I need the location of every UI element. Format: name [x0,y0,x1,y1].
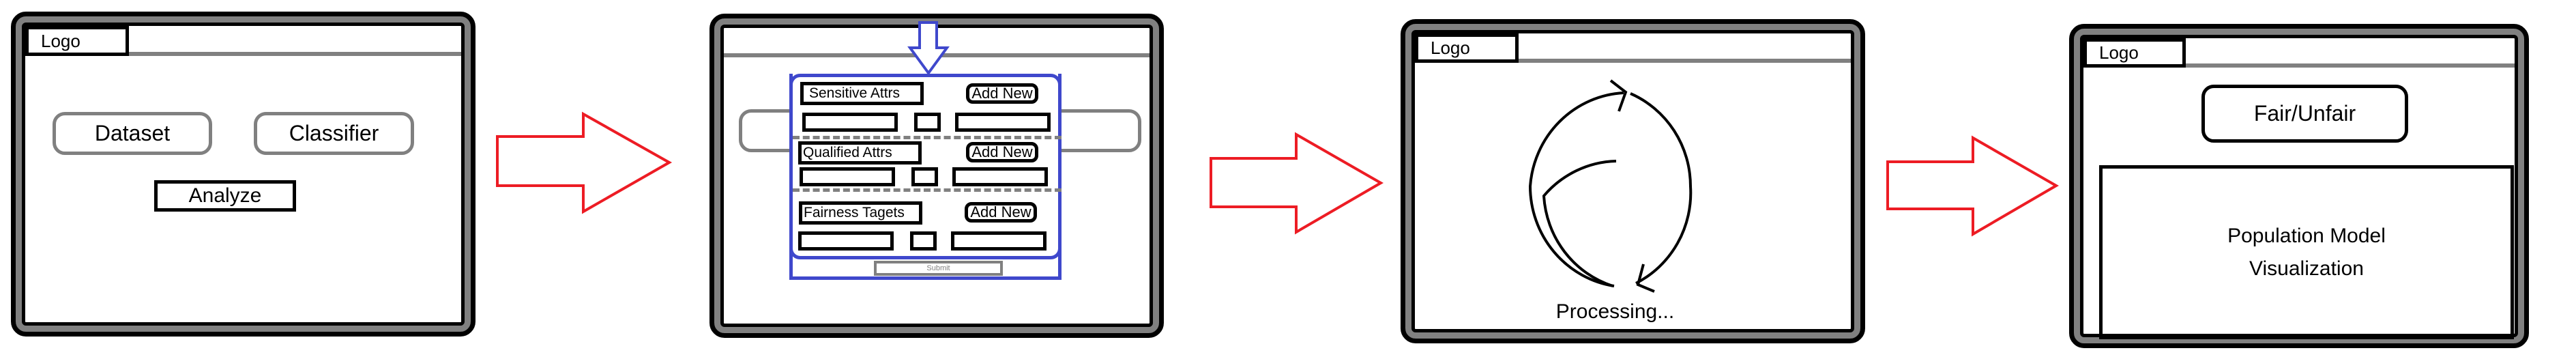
processing-status-text: Processing... [1555,300,1675,323]
logo: Logo [2083,38,2186,68]
qualified-operator-input[interactable] [911,167,938,186]
sensitive-value-input[interactable] [955,113,1051,132]
add-new-fairness-button[interactable]: Add New [965,202,1037,223]
visualization-title-line1: Population Model [2227,224,2386,247]
flow-arrow-3-icon [1886,135,2059,237]
screen-4-window: Logo Fair/Unfair Population Model Visual… [2069,24,2529,348]
screen-3-window: Logo Processing... [1401,19,1865,343]
add-new-qualified-button[interactable]: Add New [966,142,1038,162]
section-divider [793,136,1062,139]
fairness-attr-input[interactable] [798,231,894,251]
add-new-sensitive-button[interactable]: Add New [966,83,1038,104]
population-model-visualization: Population Model Visualization [2099,165,2514,339]
qualified-value-input[interactable] [952,167,1048,186]
logo: Logo [25,26,129,56]
config-modal: Sensitive Attrs Add New Qualified Attrs … [789,74,1062,280]
flow-arrow-2-icon [1210,132,1384,235]
visualization-title-line2: Visualization [2249,257,2364,280]
fair-unfair-result: Fair/Unfair [2201,85,2408,143]
qualified-attr-input[interactable] [800,167,895,186]
classifier-button[interactable]: Classifier [254,112,414,155]
flow-arrow-1-icon [496,111,673,214]
fairness-operator-input[interactable] [910,231,937,251]
section-label-sensitive-attrs: Sensitive Attrs [800,82,924,105]
sensitive-operator-input[interactable] [914,113,941,132]
analyze-button[interactable]: Analyze [154,180,296,212]
fairness-value-input[interactable] [951,231,1046,251]
dataset-button[interactable]: Dataset [53,112,212,155]
refresh-cycle-icon [1528,79,1693,293]
submit-button[interactable]: Submit [874,261,1003,276]
sensitive-attr-input[interactable] [802,113,898,132]
section-label-fairness-targets: Fairness Tagets [799,201,922,225]
screen-1-window: Logo Dataset Classifier Analyze [11,12,475,337]
header-divider [724,53,1150,57]
section-divider [793,188,1062,192]
section-label-qualified-attrs: Qualified Attrs [798,141,922,165]
